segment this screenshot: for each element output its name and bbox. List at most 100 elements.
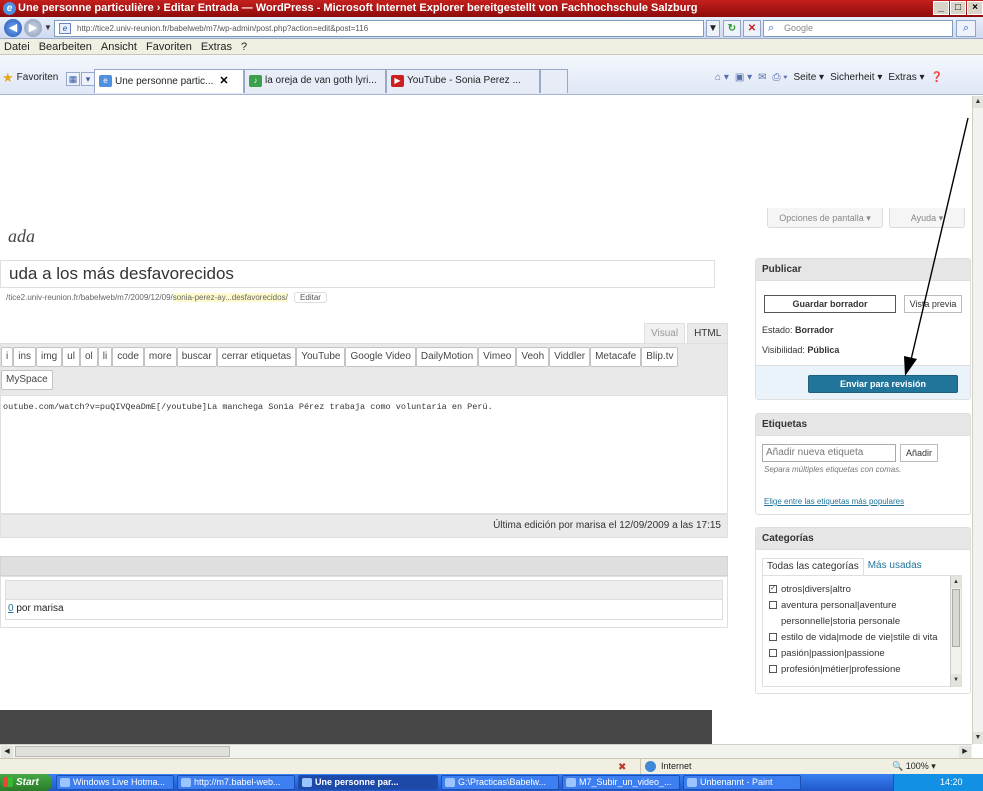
quicktag-button[interactable]: i [1,347,14,367]
page-menu[interactable]: Seite ▾ [793,71,824,85]
feeds-icon[interactable]: ▣ ▾ [735,71,752,85]
quicktag-button[interactable]: MySpace [1,370,53,390]
category-item[interactable]: pasión|passion|passione [767,646,947,662]
stop-button[interactable]: ✕ [743,20,761,37]
category-item[interactable]: aventura personal|aventure personnelle|s… [767,598,947,630]
quicktag-button[interactable]: Viddler [549,347,591,367]
revision-link[interactable]: 0 [8,603,14,614]
maximize-button[interactable]: □ [950,1,966,15]
favorites-button[interactable]: ★ Favoriten [2,71,58,85]
tab-html[interactable]: HTML [687,323,729,343]
search-input[interactable]: ⌕ Google [763,20,953,37]
scroll-up-arrow[interactable]: ▲ [973,96,983,108]
safety-menu[interactable]: Sicherheit ▾ [830,71,882,85]
new-tag-input[interactable]: Añadir nueva etiqueta [762,444,896,462]
quicktag-button[interactable]: more [143,347,177,367]
category-checkbox[interactable] [769,665,777,673]
quicktag-button[interactable]: DailyMotion [415,347,479,367]
scroll-right-arrow[interactable]: ▶ [959,746,971,758]
close-tab-icon[interactable]: ✕ [219,75,228,87]
quicktag-button[interactable]: Metacafe [590,347,642,367]
category-item[interactable]: ✓ otros|divers|altro [767,582,947,598]
tab-visual[interactable]: Visual [644,323,686,343]
quicktags-row-2: MySpace [1,370,53,390]
quicktag-button[interactable]: Vimeo [478,347,517,367]
category-checkbox[interactable] [769,633,777,641]
save-draft-button[interactable]: Guardar borrador [764,295,896,313]
category-item[interactable]: profesión|métier|professione [767,662,947,678]
menu-help[interactable]: ? [241,39,247,54]
quicktag-button[interactable]: Blip.tv [641,347,679,367]
menu-datei[interactable]: Datei [4,39,30,54]
scroll-up-arrow[interactable]: ▲ [951,576,961,588]
minimize-button[interactable]: _ [933,1,949,15]
scrollbar-thumb[interactable] [952,589,960,647]
back-button[interactable]: ◀ [4,19,22,37]
zoom-level[interactable]: 🔍 100% ▾ [888,759,936,774]
post-content-textarea[interactable]: outube.com/watch?v=puQIVQeaDmE[/youtube]… [0,396,728,514]
category-scrollbar[interactable]: ▲ ▼ [950,576,961,686]
tab-une-personne[interactable]: e Une personne partic... ✕ [94,69,244,93]
tab-most-used[interactable]: Más usadas [864,558,926,575]
url-input[interactable]: e http://tice2.univ-reunion.fr/babelweb/… [54,20,704,37]
category-checkbox[interactable] [769,601,777,609]
category-checkbox[interactable] [769,649,777,657]
quicktag-button[interactable]: Veoh [516,347,550,367]
taskbar-button[interactable]: G:\Practicas\Babelw... [441,775,559,790]
tab-list-dropdown[interactable]: ▾ [81,72,95,86]
refresh-button[interactable]: ↻ [723,20,741,37]
scroll-down-arrow[interactable]: ▼ [973,732,983,744]
search-button[interactable]: ⌕ [956,20,976,37]
help-tab[interactable]: Ayuda ▾ [889,208,965,228]
quicktag-button[interactable]: YouTube [296,347,346,367]
category-checkbox[interactable]: ✓ [769,585,777,593]
menu-favoriten[interactable]: Favoriten [146,39,192,54]
quicktag-button[interactable]: img [36,347,63,367]
start-button[interactable]: Start [0,774,52,791]
quicktag-button[interactable]: ul [62,347,80,367]
tab-la-oreja[interactable]: ♪ la oreja de van goth lyri... [244,69,386,93]
recent-pages-dropdown[interactable]: ▼ [44,23,52,32]
preview-button[interactable]: Vista previa [904,295,962,313]
tools-menu[interactable]: Extras ▾ [888,71,924,85]
scroll-left-arrow[interactable]: ◀ [1,746,13,758]
quicktag-button[interactable]: li [97,347,113,367]
taskbar-button[interactable]: http://m7.babel-web... [177,775,295,790]
popular-tags-link[interactable]: Elige entre las etiquetas más populares [764,497,904,506]
taskbar-button[interactable]: Une personne par... [298,775,438,790]
help-icon[interactable]: ❓ [931,71,943,85]
quick-tabs-icon[interactable]: ▦ [66,72,80,86]
category-item[interactable]: estilo de vida|mode de vie|stile di vita [767,630,947,646]
quicktag-button[interactable]: ins [13,347,37,367]
quicktag-button[interactable]: Google Video [345,347,416,367]
menu-extras[interactable]: Extras [201,39,232,54]
scroll-down-arrow[interactable]: ▼ [951,674,961,686]
menu-bearbeiten[interactable]: Bearbeiten [39,39,92,54]
quicktag-button[interactable]: buscar [176,347,217,367]
screen-options-tab[interactable]: Opciones de pantalla ▾ [767,208,883,228]
new-tab-button[interactable] [540,69,568,93]
print-icon[interactable]: ⎙ ▾ [772,71,787,85]
edit-permalink-button[interactable]: Editar [294,292,327,303]
url-dropdown-button[interactable]: ▼ [706,20,720,37]
post-title-input[interactable]: uda a los más desfavorecidos [0,260,715,288]
permalink-slug[interactable]: sonia-perez-ay...desfavorecidos/ [172,293,288,302]
quicktag-button[interactable]: cerrar etiquetas [216,347,297,367]
horizontal-scrollbar[interactable]: ◀ ▶ [0,744,972,758]
tab-all-categories[interactable]: Todas las categorías [762,558,864,575]
vertical-scrollbar[interactable]: ▲ ▼ [972,96,983,744]
quicktag-button[interactable]: code [112,347,144,367]
taskbar-button[interactable]: M7_Subir_un_video_... [562,775,680,790]
home-icon[interactable]: ⌂ ▾ [715,71,729,85]
add-tag-button[interactable]: Añadir [900,444,938,462]
taskbar-button[interactable]: Windows Live Hotma... [56,775,174,790]
scrollbar-thumb[interactable] [15,746,230,757]
mail-icon[interactable]: ✉ [758,71,766,85]
taskbar-button[interactable]: Unbenannt - Paint [683,775,801,790]
forward-button[interactable]: ▶ [24,19,42,37]
menu-ansicht[interactable]: Ansicht [101,39,137,54]
submit-for-review-button[interactable]: Enviar para revisión [808,375,958,393]
close-window-button[interactable]: × [967,1,983,15]
tab-youtube[interactable]: ▶ YouTube - Sonia Perez ... [386,69,540,93]
quicktag-button[interactable]: ol [79,347,98,367]
